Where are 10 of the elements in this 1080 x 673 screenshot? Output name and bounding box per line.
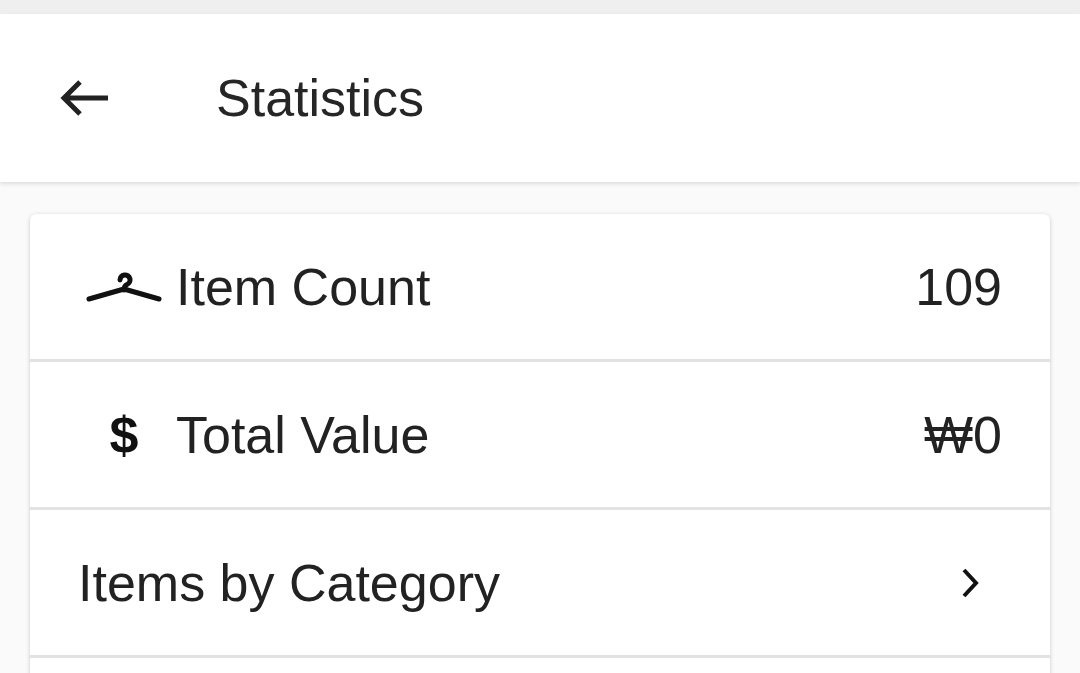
menu-item-label[interactable]: Items by Category xyxy=(78,552,960,613)
screen-title: Statistics xyxy=(216,68,425,128)
stat-value: 109 xyxy=(915,256,1002,317)
chevron-right-icon[interactable] xyxy=(960,566,980,599)
stat-label: Total Value xyxy=(176,404,431,465)
hanger-icon xyxy=(86,270,162,303)
stat-label: Item Count xyxy=(176,256,432,317)
stat-value: ₩0 xyxy=(924,404,1002,465)
back-arrow-icon[interactable] xyxy=(58,78,110,118)
dollar-icon: $ xyxy=(109,404,139,465)
